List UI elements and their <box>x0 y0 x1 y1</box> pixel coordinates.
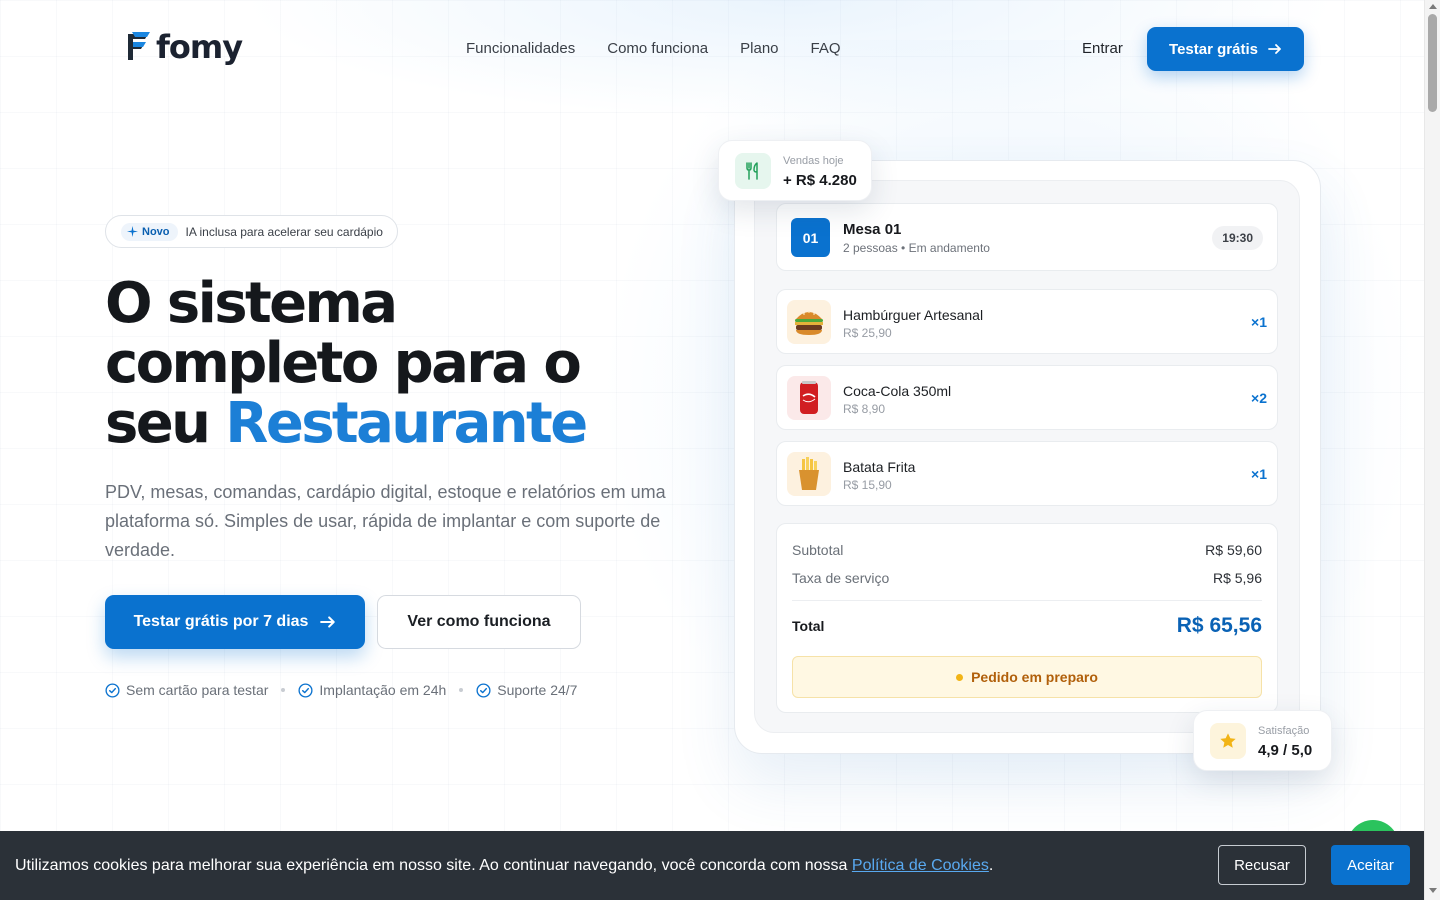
star-icon <box>1210 723 1246 759</box>
cookie-accept-button[interactable]: Aceitar <box>1331 845 1410 885</box>
order-totals: Subtotal R$ 59,60 Taxa de serviço R$ 5,9… <box>776 523 1278 713</box>
perk-separator <box>281 688 286 692</box>
brand-name: fomy <box>156 28 243 66</box>
main-nav: Funcionalidades Como funciona Plano FAQ <box>466 38 841 60</box>
cookie-message-end: . <box>988 857 994 874</box>
cookie-refuse-button[interactable]: Recusar <box>1218 845 1306 885</box>
sales-today-value: + R$ 4.280 <box>783 172 857 189</box>
how-it-works-label: Ver como funciona <box>407 613 551 630</box>
cookie-banner: Utilizamos cookies para melhorar sua exp… <box>0 831 1424 900</box>
total-value: R$ 65,56 <box>1176 614 1262 637</box>
badge-tag: Novo <box>121 222 178 241</box>
try-free-button[interactable]: Testar grátis por 7 dias <box>105 595 365 649</box>
badge-text: IA inclusa para acelerar seu cardápio <box>185 224 383 239</box>
order-item: Hambúrguer Artesanal R$ 25,90 ×1 <box>776 289 1278 354</box>
page-scrollbar[interactable] <box>1424 0 1440 900</box>
item-quantity: ×1 <box>1251 314 1267 330</box>
sales-today-label: Vendas hoje <box>783 155 844 167</box>
satisfaction-value: 4,9 / 5,0 <box>1258 742 1313 759</box>
item-quantity: ×2 <box>1251 390 1267 406</box>
hero-title-line2: completo para o <box>105 331 582 396</box>
check-circle-icon <box>298 682 313 698</box>
try-free-label: Testar grátis por 7 dias <box>133 613 309 630</box>
nav-item-faq[interactable]: FAQ <box>811 38 841 60</box>
status-dot <box>956 673 964 681</box>
order-status-badge: Pedido em preparo <box>792 656 1262 698</box>
login-link[interactable]: Entrar <box>1082 38 1123 60</box>
item-name: Batata Frita <box>843 459 916 475</box>
order-status-label: Pedido em preparo <box>971 669 1098 685</box>
arrow-right-icon <box>320 616 336 628</box>
item-price: R$ 15,90 <box>843 478 892 492</box>
hero-title-line1: O sistema <box>105 271 398 336</box>
perk-item: Implantação em 24h <box>298 680 446 700</box>
scroll-down-arrow-icon[interactable] <box>1429 888 1437 893</box>
sparkle-icon <box>127 226 138 237</box>
header-cta-label: Testar grátis <box>1169 40 1258 58</box>
table-card: 01 Mesa 01 2 pessoas • Em andamento 19:3… <box>776 203 1278 271</box>
cookie-policy-link[interactable]: Política de Cookies <box>852 857 989 874</box>
perks-list: Sem cartão para testar Implantação em 24… <box>105 680 577 700</box>
order-item: Coca-Cola 350ml R$ 8,90 ×2 <box>776 365 1278 430</box>
order-item: Batata Frita R$ 15,90 ×1 <box>776 441 1278 506</box>
header-cta-button[interactable]: Testar grátis <box>1147 27 1304 71</box>
sales-today-card: Vendas hoje + R$ 4.280 <box>718 140 872 201</box>
badge-tag-label: Novo <box>142 225 170 238</box>
check-circle-icon <box>105 682 120 698</box>
subtotal-row: Subtotal R$ 59,60 <box>792 541 1262 559</box>
perk-separator <box>459 688 464 692</box>
nav-item-como-funciona[interactable]: Como funciona <box>607 38 708 60</box>
arrow-right-icon <box>1268 44 1281 54</box>
scroll-up-arrow-icon[interactable] <box>1429 4 1437 9</box>
total-row: Total R$ 65,56 <box>792 614 1262 638</box>
item-name: Coca-Cola 350ml <box>843 383 952 399</box>
nav-item-plano[interactable]: Plano <box>740 38 778 60</box>
satisfaction-card: Satisfação 4,9 / 5,0 <box>1193 710 1332 771</box>
soda-can-icon <box>787 376 831 420</box>
perk-item: Sem cartão para testar <box>105 680 268 700</box>
check-circle-icon <box>476 682 491 698</box>
burger-icon <box>787 300 831 344</box>
item-name: Hambúrguer Artesanal <box>843 307 984 323</box>
fries-icon <box>787 452 831 496</box>
item-price: R$ 25,90 <box>843 326 892 340</box>
table-time: 19:30 <box>1212 226 1263 250</box>
item-quantity: ×1 <box>1251 466 1267 482</box>
perk-label: Sem cartão para testar <box>126 682 269 698</box>
utensils-icon <box>735 153 771 189</box>
new-feature-badge: Novo IA inclusa para acelerar seu cardáp… <box>105 215 398 248</box>
item-price: R$ 8,90 <box>843 402 886 416</box>
how-it-works-button[interactable]: Ver como funciona <box>377 595 581 649</box>
hero-title: O sistema completo para o seu Restaurant… <box>105 274 725 454</box>
table-title: Mesa 01 <box>843 221 902 238</box>
subtotal-value: R$ 59,60 <box>1205 542 1262 558</box>
cookie-text: Utilizamos cookies para melhorar sua exp… <box>15 855 993 876</box>
brand-logo[interactable]: fomy <box>124 28 243 66</box>
logo-mark-icon <box>128 32 150 60</box>
service-fee-row: Taxa de serviço R$ 5,96 <box>792 569 1262 587</box>
hero-title-line3: seu <box>105 391 211 456</box>
scrollbar-thumb[interactable] <box>1428 14 1437 112</box>
table-subtitle: 2 pessoas • Em andamento <box>843 241 990 255</box>
satisfaction-label: Satisfação <box>1258 725 1310 737</box>
totals-divider <box>792 600 1262 601</box>
hero-title-accent: Restaurante <box>225 391 588 456</box>
total-label: Total <box>792 618 825 634</box>
table-number: 01 <box>791 218 830 257</box>
hero-subtitle: PDV, mesas, comandas, cardápio digital, … <box>105 482 666 560</box>
perk-label: Implantação em 24h <box>319 682 447 698</box>
perk-item: Suporte 24/7 <box>476 680 577 700</box>
perk-label: Suporte 24/7 <box>497 682 578 698</box>
service-fee-label: Taxa de serviço <box>792 570 890 586</box>
site-header: fomy Funcionalidades Como funciona Plano… <box>0 0 1424 98</box>
subtotal-label: Subtotal <box>792 542 844 558</box>
cookie-message: Utilizamos cookies para melhorar sua exp… <box>15 857 848 874</box>
nav-item-funcionalidades[interactable]: Funcionalidades <box>466 38 575 60</box>
service-fee-value: R$ 5,96 <box>1212 570 1262 586</box>
